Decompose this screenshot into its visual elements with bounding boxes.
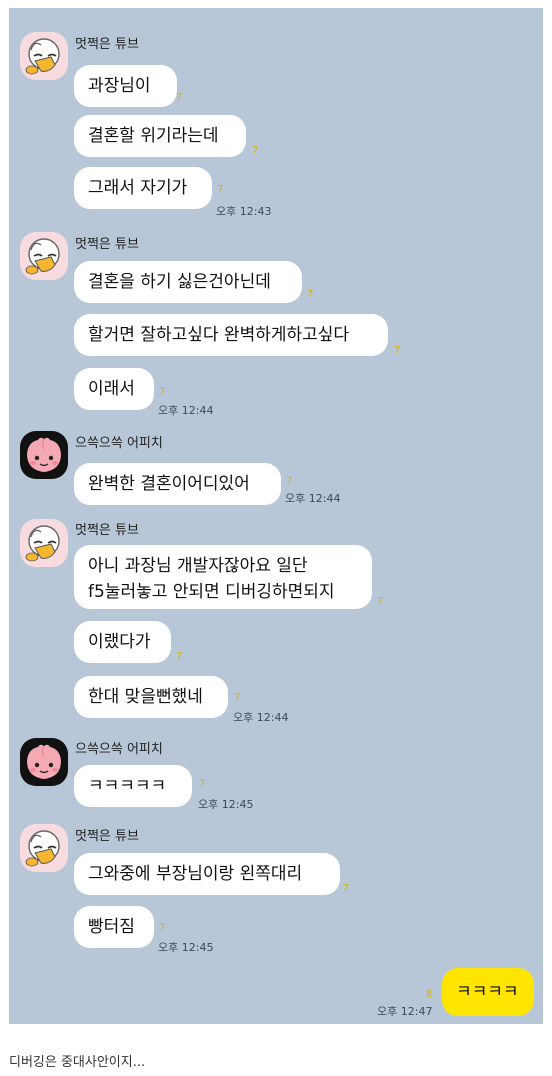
message-bubble[interactable]: 결혼할 위기라는데 — [74, 115, 246, 157]
tube-avatar-icon[interactable] — [20, 32, 68, 80]
message-line: f5눌러놓고 안되면 디버깅하면되지 — [88, 582, 335, 602]
sender-name: 으쓱으쓱 어피치 — [75, 742, 163, 757]
apeach-avatar-icon[interactable] — [20, 431, 68, 479]
tube-avatar-icon[interactable] — [20, 824, 68, 872]
message-time: 오후 12:44 — [233, 711, 289, 724]
unread-count: 8 — [426, 989, 433, 1000]
message-bubble[interactable]: 이랬다가 — [74, 621, 171, 663]
message-bubble[interactable]: 완벽한 결혼이어디있어 — [74, 463, 281, 505]
unread-count: 7 — [176, 92, 183, 103]
unread-count: 7 — [199, 778, 206, 789]
message-time: 오후 12:45 — [158, 941, 214, 954]
message-bubble[interactable]: ㅋㅋㅋㅋㅋ — [74, 765, 192, 807]
unread-count: 7 — [343, 883, 350, 894]
sender-name: 멋쩍은 튜브 — [75, 829, 139, 844]
message-bubble[interactable]: 한대 맞을뻔했네 — [74, 676, 228, 718]
message-time: 오후 12:47 — [377, 1005, 433, 1018]
unread-count: 7 — [307, 289, 314, 300]
sender-name: 멋쩍은 튜브 — [75, 237, 139, 252]
chat-room[interactable]: 멋쩍은 튜브 과장님이 7 결혼할 위기라는데 7 그래서 자기가 7 오후 1… — [9, 8, 543, 1024]
message-time: 오후 12:44 — [285, 492, 341, 505]
message-bubble[interactable]: 과장님이 — [74, 65, 177, 107]
message-bubble[interactable]: 할거면 잘하고싶다 완벽하게하고싶다 — [74, 314, 388, 356]
message-bubble[interactable]: 아니 과장님 개발자잖아요 일단 f5눌러놓고 안되면 디버깅하면되지 — [74, 545, 372, 609]
unread-count: 7 — [377, 596, 384, 607]
unread-count: 7 — [159, 922, 166, 933]
message-bubble[interactable]: 이래서 — [74, 368, 154, 410]
message-line: 아니 과장님 개발자잖아요 일단 — [88, 556, 308, 576]
message-bubble[interactable]: 그와중에 부장님이랑 왼쪽대리 — [74, 853, 340, 895]
sender-name: 멋쩍은 튜브 — [75, 37, 139, 52]
unread-count: 7 — [176, 651, 183, 662]
message-bubble[interactable]: 결혼을 하기 싫은건아닌데 — [74, 261, 302, 303]
message-time: 오후 12:44 — [158, 404, 214, 417]
unread-count: 7 — [394, 345, 401, 356]
message-time: 오후 12:45 — [198, 798, 254, 811]
apeach-avatar-icon[interactable] — [20, 738, 68, 786]
tube-avatar-icon[interactable] — [20, 519, 68, 567]
tube-avatar-icon[interactable] — [20, 232, 68, 280]
message-bubble[interactable]: 그래서 자기가 — [74, 167, 212, 209]
unread-count: 7 — [159, 386, 166, 397]
unread-count: 7 — [286, 476, 293, 487]
my-message-bubble[interactable]: ㅋㅋㅋㅋ — [442, 968, 534, 1016]
unread-count: 7 — [234, 692, 241, 703]
unread-count: 7 — [217, 184, 224, 195]
sender-name: 멋쩍은 튜브 — [75, 523, 139, 538]
message-bubble[interactable]: 빵터짐 — [74, 906, 154, 948]
post-caption: 디버깅은 중대사안이지... — [9, 1055, 146, 1070]
sender-name: 으쓱으쓱 어피치 — [75, 436, 163, 451]
message-time: 오후 12:43 — [216, 205, 272, 218]
unread-count: 7 — [252, 145, 259, 156]
